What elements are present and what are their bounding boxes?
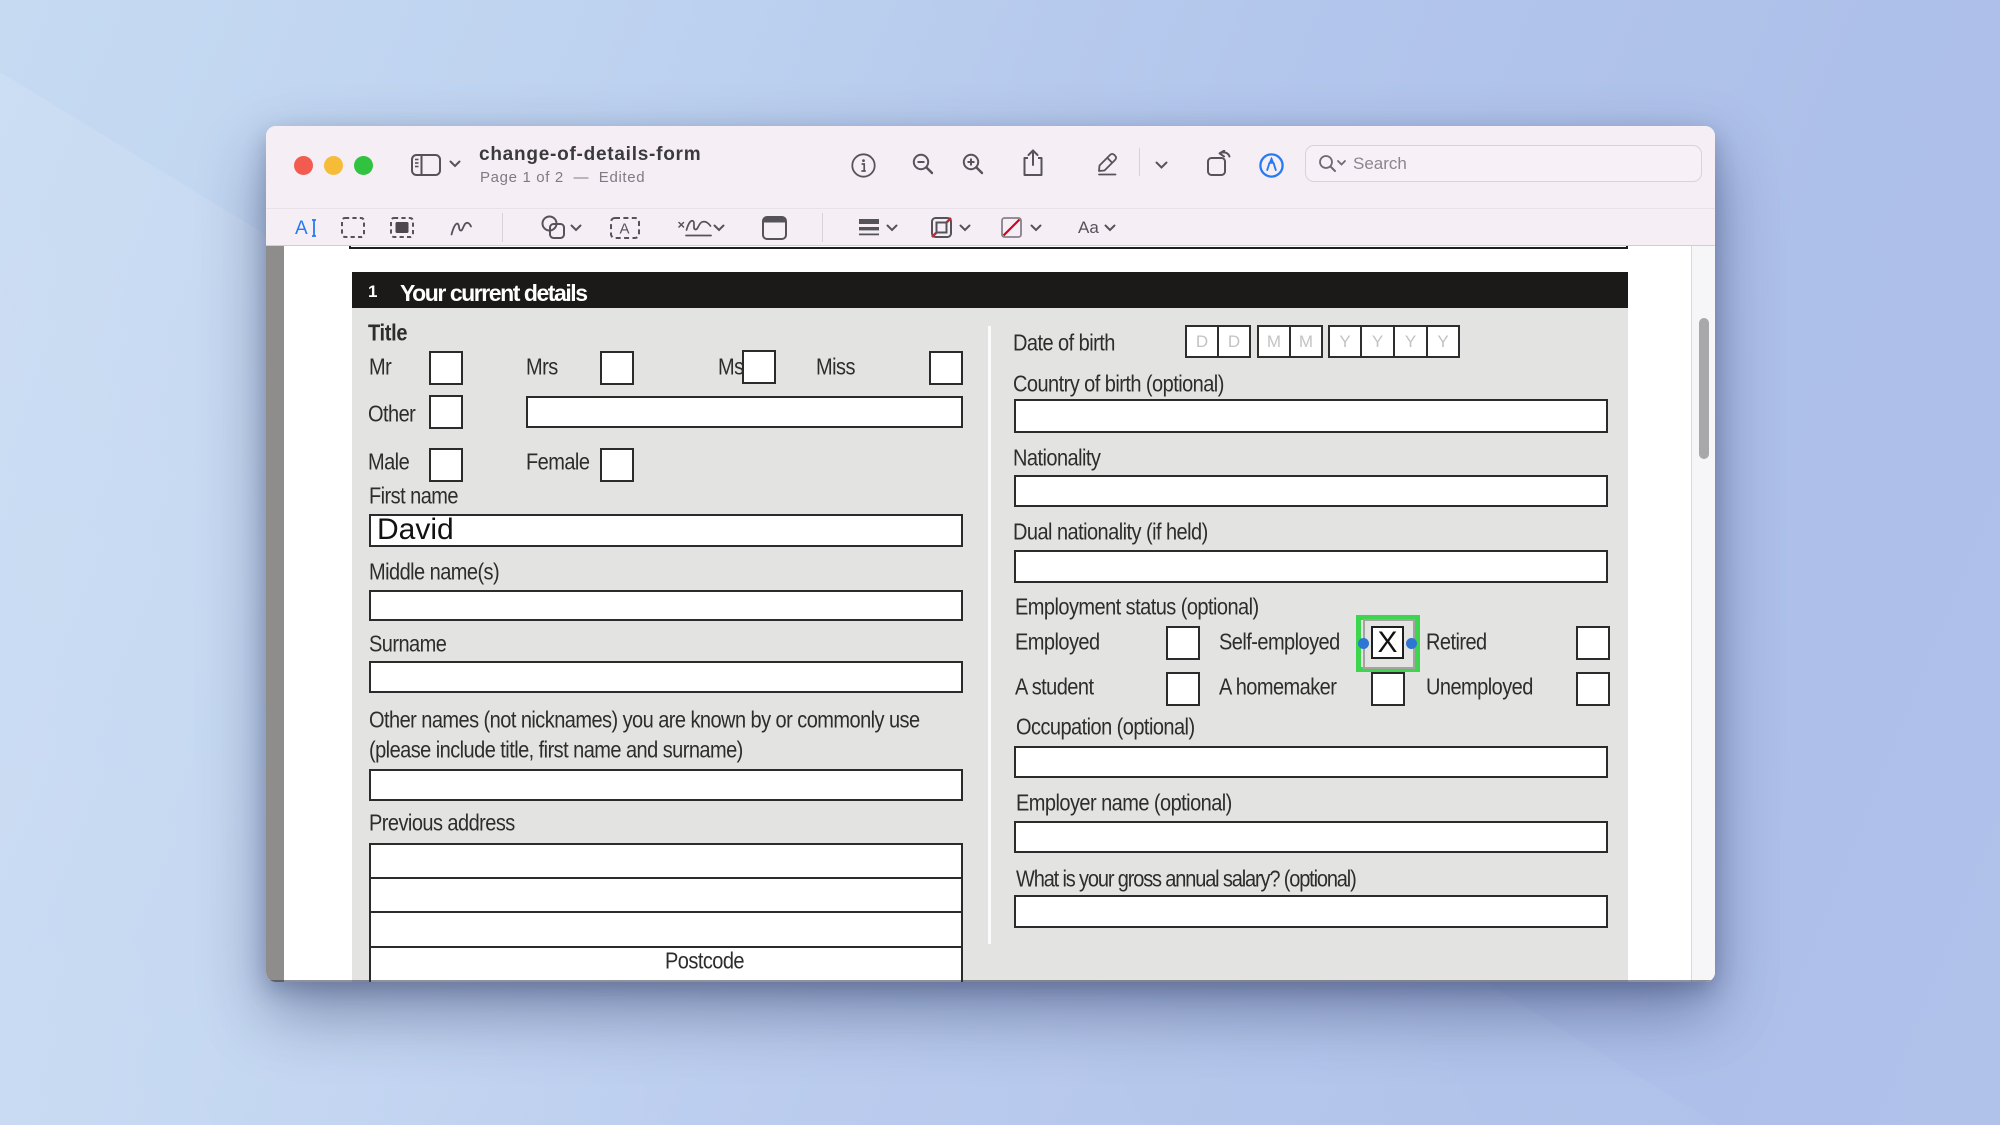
svg-text:A: A [295, 218, 308, 239]
svg-text:A: A [620, 221, 630, 238]
